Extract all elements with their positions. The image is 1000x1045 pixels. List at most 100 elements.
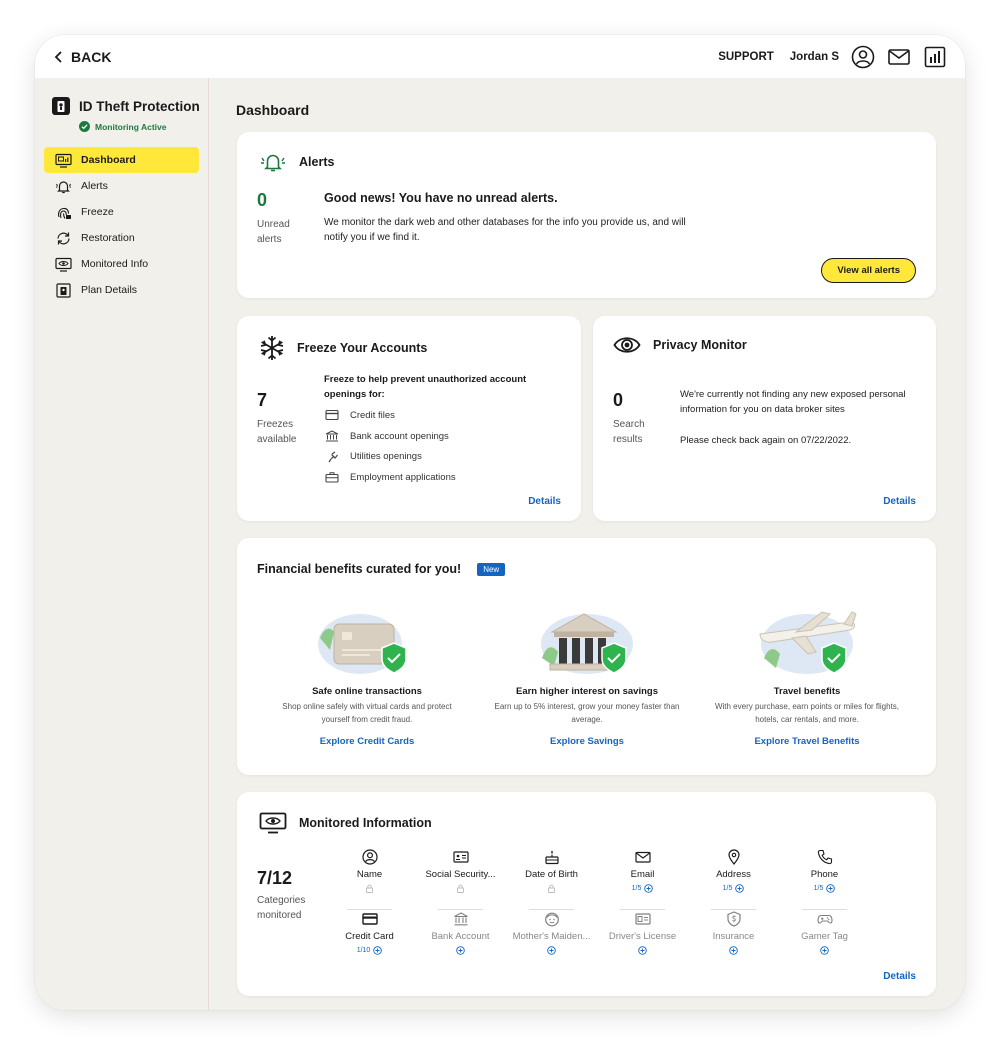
add-circle-icon[interactable] (373, 945, 383, 955)
sidebar: ID Theft Protection Monitoring Active Da… (35, 78, 209, 1010)
sidebar-item-label: Monitored Info (81, 258, 149, 270)
support-link[interactable]: SUPPORT (718, 51, 774, 63)
explore-travel-benefits-link[interactable]: Explore Travel Benefits (697, 736, 917, 747)
category-count: 1/5 (813, 884, 824, 892)
sidebar-item-restoration[interactable]: Restoration (44, 225, 199, 251)
unread-alerts-label: Unread alerts (257, 219, 290, 245)
category-gamer-tag[interactable]: Gamer Tag (779, 910, 870, 972)
freeze-list: Credit files Bank account openings Utili… (325, 405, 456, 488)
category-ssn[interactable]: Social Security... (415, 848, 506, 910)
credit-card-illustration-icon (318, 614, 407, 674)
category-count: 1/5 (722, 884, 733, 892)
id-card-icon (452, 851, 469, 863)
category-insurance[interactable]: Insurance (688, 910, 779, 972)
benefit-savings: Earn higher interest on savings Earn up … (477, 608, 697, 747)
status-label: Monitoring Active (95, 121, 167, 132)
sidebar-item-plan-details[interactable]: Plan Details (44, 277, 199, 303)
category-label: Social Security... (425, 869, 496, 880)
benefit-description: With every purchase, earn points or mile… (714, 702, 900, 724)
freeze-item-label: Credit files (350, 409, 395, 421)
monitoring-status: Monitoring Active (79, 121, 208, 132)
gamepad-icon (816, 914, 833, 924)
monitored-information-card: Monitored Information 7/12 Categories mo… (237, 792, 936, 996)
list-item: Credit files (325, 405, 456, 426)
category-phone[interactable]: Phone 1/5 (779, 848, 870, 910)
freeze-item-label: Employment applications (350, 471, 456, 483)
sidebar-item-label: Dashboard (81, 154, 136, 166)
add-circle-icon[interactable] (735, 883, 745, 893)
category-label: Mother's Maiden... (512, 931, 591, 942)
phone-icon (817, 849, 832, 865)
add-circle-icon[interactable] (729, 945, 738, 955)
user-name[interactable]: Jordan S (790, 51, 839, 63)
categories-row: Credit Card 1/10 Bank Account Mother's M… (324, 910, 884, 972)
category-label: Insurance (712, 931, 755, 942)
list-item: Utilities openings (325, 446, 456, 467)
privacy-check-back: Please check back again on 07/22/2022. (680, 435, 852, 446)
category-credit-card[interactable]: Credit Card 1/10 (324, 910, 415, 972)
mail-icon (634, 851, 651, 863)
category-label: Address (716, 869, 751, 880)
category-drivers-license[interactable]: Driver's License (597, 910, 688, 972)
add-circle-icon[interactable] (638, 945, 647, 955)
add-circle-icon[interactable] (456, 945, 465, 955)
benefit-travel: Travel benefits With every purchase, ear… (697, 608, 917, 747)
categories-monitored-label: Categories monitored (257, 895, 306, 921)
bank-icon (325, 430, 339, 442)
mail-icon[interactable] (887, 45, 911, 69)
page-title: Dashboard (236, 102, 310, 118)
privacy-message: We're currently not finding any new expo… (680, 389, 906, 415)
sidebar-item-monitored-info[interactable]: Monitored Info (44, 251, 199, 277)
reports-icon[interactable] (923, 45, 947, 69)
add-circle-icon[interactable] (547, 945, 556, 955)
benefit-credit-cards: Safe online transactions Shop online saf… (257, 608, 477, 747)
monitored-details-link[interactable]: Details (883, 971, 916, 982)
id-protection-logo-icon (51, 96, 71, 116)
category-label: Driver's License (608, 931, 677, 942)
snowflake-icon (260, 336, 284, 360)
airplane-illustration-icon (759, 611, 857, 674)
benefit-title: Travel benefits (773, 686, 841, 697)
unread-alerts-count: 0 (257, 190, 268, 210)
add-circle-icon[interactable] (644, 883, 654, 893)
explore-credit-cards-link[interactable]: Explore Credit Cards (257, 736, 477, 747)
financial-benefits-card: Financial benefits curated for you! New … (237, 538, 936, 775)
freeze-details-link[interactable]: Details (528, 496, 561, 507)
view-all-alerts-button[interactable]: View all alerts (821, 258, 916, 283)
location-pin-icon (727, 849, 740, 865)
bank-icon (453, 912, 468, 926)
category-email[interactable]: Email 1/5 (597, 848, 688, 910)
add-circle-icon[interactable] (826, 883, 836, 893)
category-address[interactable]: Address 1/5 (688, 848, 779, 910)
freeze-intro: Freeze to help prevent unauthorized acco… (324, 374, 527, 400)
freeze-item-label: Utilities openings (350, 451, 422, 463)
benefit-description: Shop online safely with virtual cards an… (282, 702, 452, 724)
eye-icon (613, 337, 641, 353)
category-count: 1/10 (356, 946, 371, 954)
privacy-details-link[interactable]: Details (883, 496, 916, 507)
check-circle-icon (79, 121, 90, 132)
category-label: Bank Account (431, 931, 490, 942)
add-circle-icon[interactable] (820, 945, 829, 955)
sidebar-item-freeze[interactable]: Freeze (44, 199, 199, 225)
category-bank-account[interactable]: Bank Account (415, 910, 506, 972)
explore-savings-link[interactable]: Explore Savings (477, 736, 697, 747)
category-label: Phone (810, 869, 839, 880)
freezes-count: 7 (257, 390, 268, 410)
briefcase-icon (325, 472, 339, 483)
alerts-card: Alerts 0 Unread alerts Good news! You ha… (237, 132, 936, 298)
category-date-of-birth[interactable]: Date of Birth (506, 848, 597, 910)
monitor-eye-icon (55, 257, 72, 272)
freeze-card-header: Freeze Your Accounts (259, 335, 427, 361)
back-button[interactable]: BACK (53, 49, 111, 65)
benefit-title: Earn higher interest on savings (515, 686, 658, 697)
sidebar-item-dashboard[interactable]: Dashboard (44, 147, 199, 173)
category-mothers-maiden-name[interactable]: Mother's Maiden... (506, 910, 597, 972)
benefit-description: Earn up to 5% interest, grow your money … (494, 702, 680, 724)
category-name[interactable]: Name (324, 848, 415, 910)
user-account-icon[interactable] (851, 45, 875, 69)
credit-card-icon (361, 913, 378, 925)
sidebar-item-alerts[interactable]: Alerts (44, 173, 199, 199)
categories-grid: Name Social Security... Date of Birth Em… (324, 848, 884, 972)
chevron-left-icon (54, 50, 62, 63)
